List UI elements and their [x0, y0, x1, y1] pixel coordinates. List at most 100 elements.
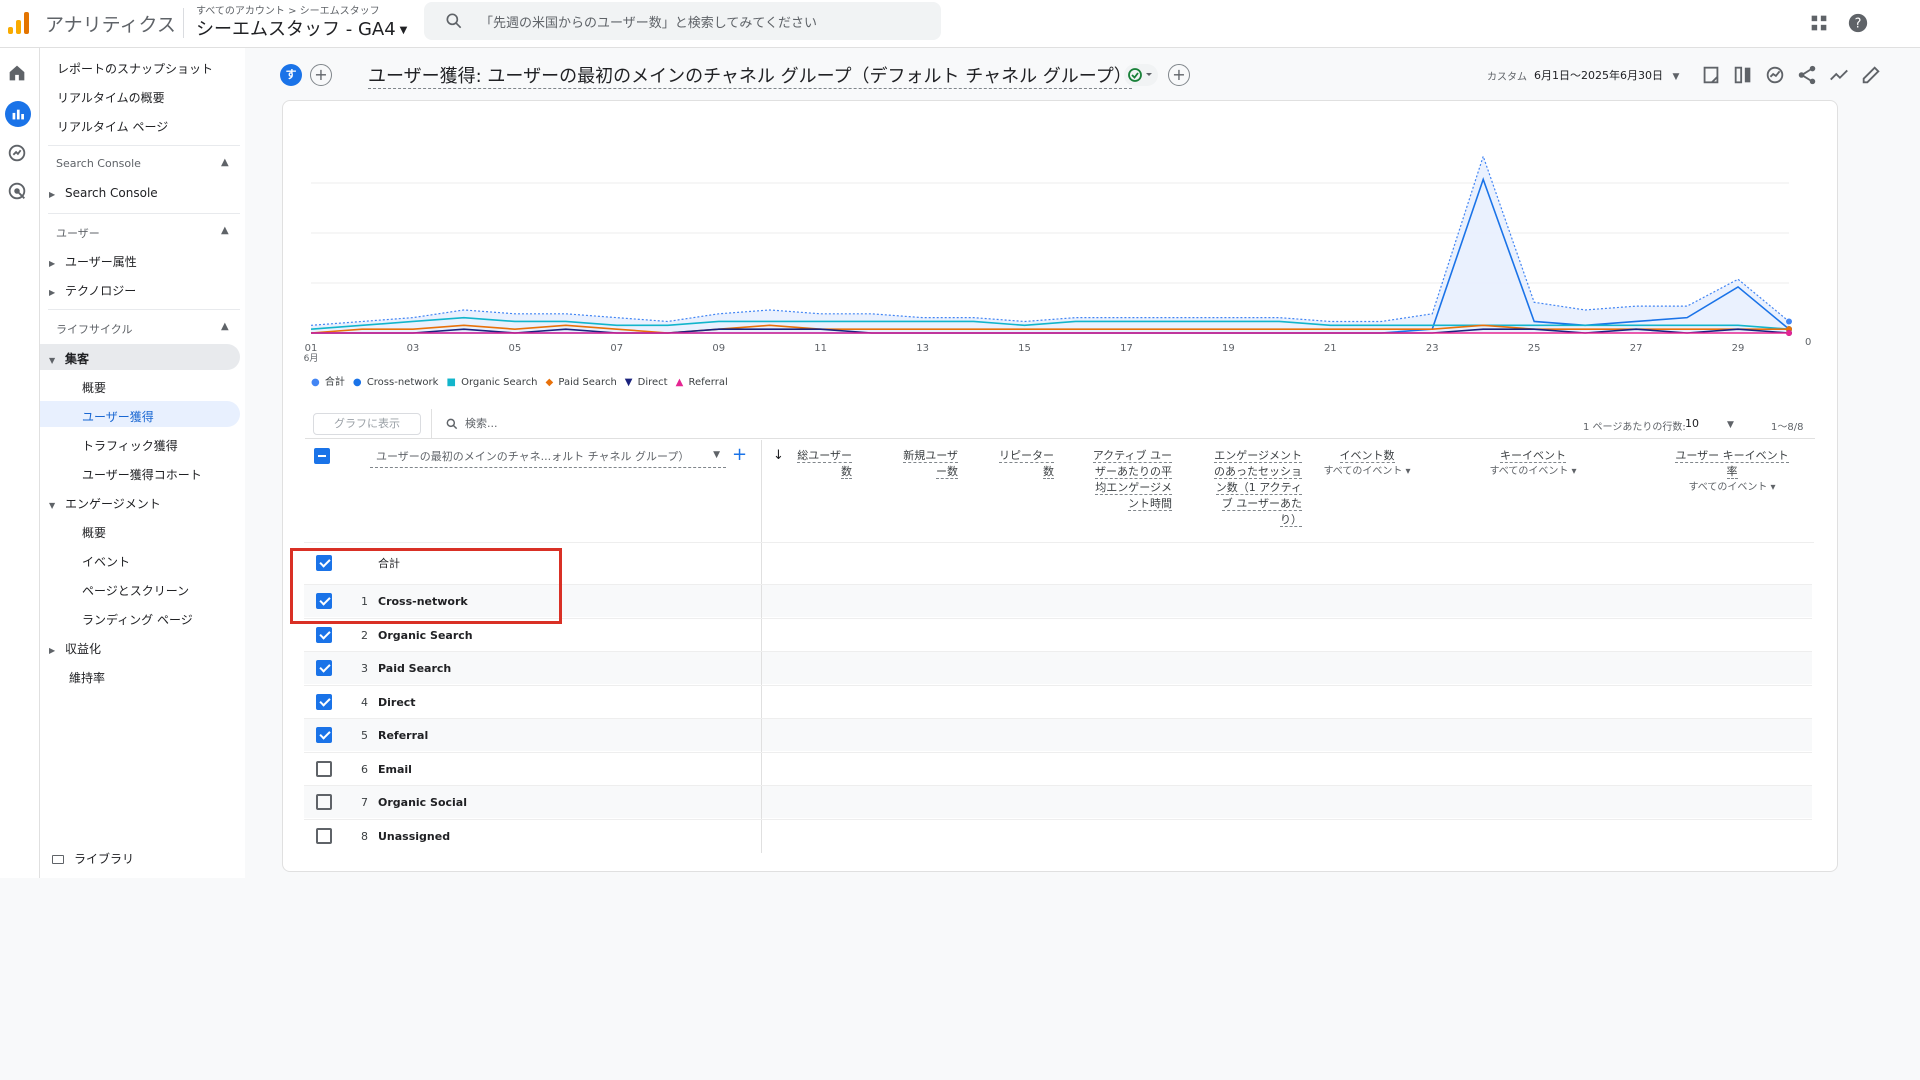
table-row[interactable]: 4 Direct — [304, 684, 1812, 719]
expand-arrow-icon: ▶ — [49, 190, 56, 199]
chart-legend: ● 合計 ● Cross-network ■ Organic Search ◆ Pai… — [311, 373, 736, 388]
row-checkbox[interactable] — [316, 727, 332, 743]
dimension-selector[interactable]: ユーザーの最初のメインのチャネ...ォルト チャネル グループ） ▼ — [370, 448, 726, 468]
nav-report-snapshot[interactable]: レポートのスナップショット — [57, 60, 213, 77]
analytics-logo-icon[interactable] — [8, 12, 30, 34]
column-header[interactable]: アクティブ ユー ザーあたりの平 均エンゲージメ ント時間 — [1042, 448, 1172, 512]
row-label: Organic Search — [378, 628, 473, 642]
event-filter-dropdown[interactable]: すべてのイベント ▾ — [1468, 464, 1598, 480]
add-filter-button[interactable]: + — [1168, 64, 1190, 86]
nav-user-acquisition[interactable]: ユーザー獲得 — [82, 408, 154, 425]
nav-label: テクノロジー — [65, 284, 137, 298]
select-all-checkbox[interactable] — [314, 448, 330, 464]
nav-acquisition[interactable]: ▼ 集客 — [49, 350, 89, 367]
edit-pencil-icon[interactable] — [1860, 64, 1882, 86]
section-user[interactable]: ユーザー ▲ — [56, 225, 246, 241]
table-search[interactable]: 検索... — [445, 415, 498, 431]
legend-item[interactable]: ■ Organic Search — [446, 377, 537, 388]
nav-monetization[interactable]: ▶ 収益化 — [49, 640, 101, 657]
nav-retention[interactable]: 維持率 — [69, 669, 105, 686]
table-row[interactable]: 7 Organic Social — [304, 785, 1812, 819]
row-checkbox[interactable] — [316, 693, 332, 710]
column-header[interactable]: キーイベント すべてのイベント ▾ — [1468, 448, 1598, 480]
column-divider — [761, 719, 762, 752]
reports-icon[interactable] — [5, 101, 31, 127]
table-row[interactable]: 8 Unassigned — [304, 818, 1812, 853]
series-endpoint-1 — [1786, 318, 1792, 325]
nav-engagement-overview[interactable]: 概要 — [82, 524, 106, 541]
date-range-picker[interactable]: 6月1日～2025年6月30日 ▼ — [1534, 67, 1679, 83]
series-endpoint-6 — [1786, 330, 1792, 336]
nav-label: Search Console — [65, 186, 158, 200]
row-checkbox[interactable] — [316, 626, 332, 643]
nav-user-acquisition-cohort[interactable]: ユーザー獲得コホート — [82, 466, 202, 483]
table-row[interactable]: 6 Email — [304, 751, 1812, 786]
add-comparison-button[interactable]: + — [310, 64, 332, 86]
report-icon[interactable] — [1700, 64, 1722, 86]
dimension-text: ユーザーの最初のメインのチャネ...ォルト チャネル グループ） — [376, 450, 690, 463]
x-tick-label: 09 — [712, 343, 725, 354]
apps-grid-icon[interactable] — [1808, 12, 1830, 34]
nav-engagement[interactable]: ▼ エンゲージメント — [49, 495, 161, 512]
insights-icon[interactable] — [1764, 64, 1786, 86]
x-tick-label: 25 — [1528, 343, 1541, 354]
expand-arrow-icon: ▶ — [49, 646, 56, 655]
explore-icon[interactable] — [6, 142, 28, 164]
row-checkbox[interactable] — [316, 660, 332, 676]
rows-per-page-select[interactable]: 10 ▼ — [1685, 417, 1734, 430]
column-header[interactable]: エンゲージメント のあったセッショ ン数（1 アクティブ ユーザーあた り） — [1172, 448, 1302, 528]
nav-traffic-acquisition[interactable]: トラフィック獲得 — [82, 437, 178, 454]
plot-rows-button[interactable]: グラフに表示 — [313, 413, 421, 435]
legend-label: 合計 — [324, 377, 345, 388]
divider — [431, 409, 432, 439]
table-row[interactable]: 5 Referral — [304, 718, 1812, 752]
column-header[interactable]: リピーター数 — [924, 448, 1054, 480]
nav-landing-page[interactable]: ランディング ページ — [82, 611, 193, 628]
advertising-icon[interactable] — [6, 180, 28, 202]
nav-realtime-overview[interactable]: リアルタイムの概要 — [57, 89, 165, 106]
data-quality-status[interactable] — [1124, 64, 1158, 86]
table-row[interactable]: 3 Paid Search — [304, 651, 1812, 685]
compare-icon[interactable] — [1732, 64, 1754, 86]
comparison-badge[interactable]: す — [280, 64, 302, 86]
nav-acquisition-overview[interactable]: 概要 — [82, 379, 106, 396]
row-checkbox[interactable] — [316, 827, 332, 844]
column-header[interactable]: ユーザー キーイベント率すべてのイベント ▾ — [1667, 448, 1797, 496]
nav-demographics[interactable]: ▶ ユーザー属性 — [49, 253, 137, 270]
legend-item[interactable]: ● Cross-network — [353, 377, 439, 388]
caret-down-icon: ▼ — [399, 24, 408, 36]
section-search-console[interactable]: Search Console ▲ — [56, 157, 246, 170]
event-filter-dropdown[interactable]: すべてのイベント ▾ — [1302, 464, 1432, 480]
column-header-label: イベント数 — [1339, 449, 1395, 463]
row-checkbox[interactable] — [316, 760, 332, 777]
property-selector[interactable]: シーエムスタッフ - GA4 ▼ — [196, 15, 407, 41]
trend-icon[interactable] — [1828, 64, 1850, 86]
global-search[interactable]: 「先週の米国からのユーザー数」と検索してみてください — [424, 2, 941, 40]
event-filter-dropdown[interactable]: すべてのイベント ▾ — [1667, 480, 1797, 496]
column-header[interactable]: イベント数 すべてのイベント ▾ — [1302, 448, 1432, 480]
legend-marker-icon: ■ — [446, 377, 460, 388]
section-lifecycle[interactable]: ライフサイクル ▲ — [56, 321, 246, 337]
share-icon[interactable] — [1796, 64, 1818, 86]
legend-item[interactable]: ● 合計 — [311, 377, 345, 388]
column-divider — [761, 652, 762, 685]
line-chart[interactable]: 01 03 05 07 09 11 13 15 17 19 21 23 25 27 29 6月 0 — [283, 101, 1839, 371]
legend-item[interactable]: ▼ Direct — [625, 377, 668, 388]
legend-label: Direct — [637, 377, 668, 388]
x-tick-label: 15 — [1018, 343, 1031, 354]
nav-events[interactable]: イベント — [82, 553, 130, 570]
row-label: Direct — [378, 695, 416, 709]
nav-pages-screens[interactable]: ページとスクリーン — [82, 582, 189, 599]
row-number: 3 — [361, 662, 368, 675]
legend-item[interactable]: ▲ Referral — [676, 377, 728, 388]
legend-marker-icon: ◆ — [545, 377, 557, 388]
row-checkbox[interactable] — [316, 794, 332, 810]
help-icon[interactable]: ? — [1847, 12, 1869, 34]
nav-search-console[interactable]: ▶ Search Console — [49, 186, 158, 200]
nav-technology[interactable]: ▶ テクノロジー — [49, 282, 136, 299]
column-divider — [761, 752, 762, 786]
nav-library[interactable]: ライブラリ — [52, 850, 134, 867]
nav-realtime-pages[interactable]: リアルタイム ページ — [57, 118, 168, 135]
home-icon[interactable] — [6, 62, 28, 84]
legend-item[interactable]: ◆ Paid Search — [546, 377, 617, 388]
